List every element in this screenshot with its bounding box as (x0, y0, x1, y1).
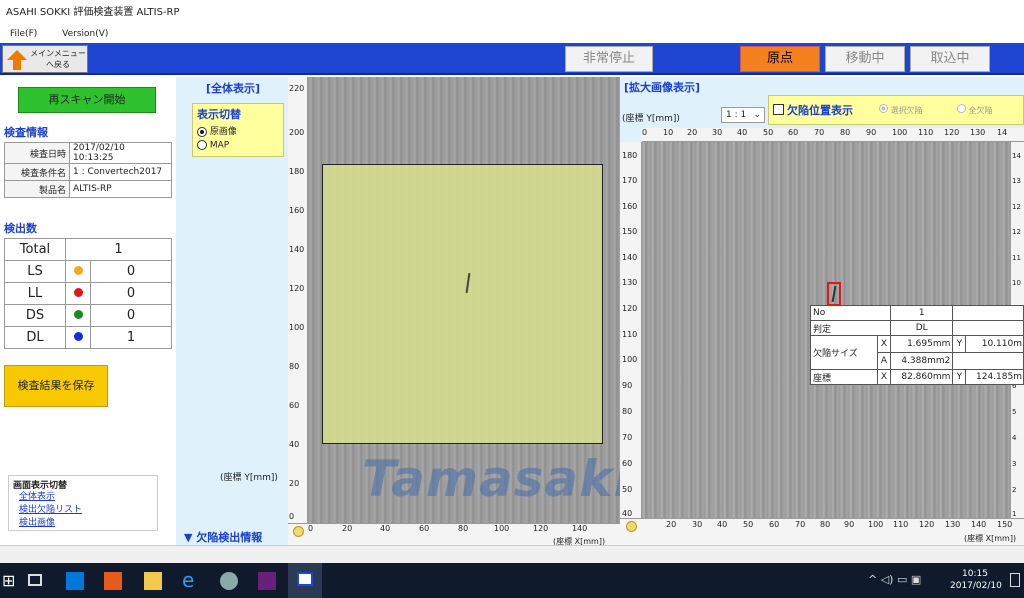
view-switch-title: 画面表示切替 (13, 481, 68, 491)
table-row: 欠陥サイズ X 1.695mm Y 10.110m (810, 335, 1024, 370)
option-original[interactable]: 原画像 (197, 124, 237, 137)
status-bar (0, 545, 1024, 563)
up-arrow-icon (7, 50, 27, 60)
count-table: Total 1 LS 0 LL 0 DS 0 DL 1 (4, 238, 172, 349)
scale-select[interactable]: 1 : 1 ⌄ (721, 107, 765, 123)
origin-button[interactable]: 原点 (740, 46, 820, 72)
zoom-top-ruler: 0 10 20 30 40 50 60 70 80 90 100 110 120… (642, 128, 1024, 142)
tray-icons[interactable]: ^ ◁) ▭ ▣ (868, 573, 921, 586)
table-row: 座標 X 82.860mm Y 124.185m (810, 369, 1024, 385)
defect-position-checkbox[interactable] (773, 104, 784, 115)
zoom-title: [拡大画像表示] (624, 81, 701, 94)
visual-studio-icon[interactable] (258, 572, 276, 590)
menu-file[interactable]: File(F) (10, 29, 37, 39)
edge-icon[interactable]: e (182, 570, 200, 590)
defect-info-toggle[interactable]: ▼ 欠陥検出情報 (184, 529, 262, 545)
view-switch-box: 画面表示切替 全体表示 検出欠陥リスト 検出画像 (8, 475, 158, 531)
store-icon[interactable] (66, 572, 84, 590)
origin-dot-icon (626, 521, 637, 532)
rescan-button[interactable]: 再スキャン開始 (18, 87, 156, 113)
table-row: No 1 (810, 305, 1024, 321)
toolbar: メインメニューへ戻る 非常停止 原点 移動中 取込中 (0, 43, 1024, 75)
middle-panel: [全体表示] 表示切替 原画像 MAP (座標 Y[mm]) ▼ 欠陥検出情報 (176, 77, 288, 545)
folder-icon[interactable] (144, 572, 162, 590)
inspection-info-table: 検査日時 2017/02/10 10:13:25 検査条件名 1 : Conve… (4, 142, 172, 198)
inspection-info-title: 検査情報 (4, 126, 48, 139)
taskbar: ⊞ e ^ ◁) ▭ ▣ 10:15 2017/02/10 (0, 563, 1024, 598)
table-row: DS 0 (4, 304, 172, 327)
save-results-button[interactable]: 検査結果を保存 (4, 365, 108, 407)
link-defect-list[interactable]: 検出欠陥リスト (19, 504, 82, 517)
chevron-down-icon: ⌄ (753, 110, 761, 120)
window-title: ASAHI SOKKI 評価検査装置 ALTIS-RP (0, 0, 1024, 26)
zoom-x-label: (座標 X[mm]) (964, 534, 1017, 543)
active-app-tab[interactable] (288, 563, 322, 598)
altis-app-icon (297, 572, 313, 586)
main-menu-label: メインメニューへ戻る (30, 49, 86, 69)
main-menu-button[interactable]: メインメニューへ戻る (2, 45, 88, 73)
overview-y-axis: 220 200 180 160 140 120 100 80 60 40 20 … (288, 77, 308, 523)
defect-position-box: 欠陥位置表示 選択欠陥 全欠陥 (768, 95, 1024, 125)
media-icon[interactable] (104, 572, 122, 590)
moving-status[interactable]: 移動中 (825, 46, 905, 72)
overview-x-axis: 0 20 40 60 80 100 120 140 (座標 X[mm]) (288, 523, 620, 546)
radio-selected-icon (879, 104, 888, 113)
table-row: DL 1 (4, 326, 172, 349)
ds-dot-icon (73, 310, 83, 319)
emergency-stop-button[interactable]: 非常停止 (565, 46, 653, 72)
task-view-icon[interactable] (28, 574, 42, 586)
defect-marker[interactable] (827, 282, 841, 306)
defect-mark (465, 272, 471, 294)
clock[interactable]: 10:15 2017/02/10 (950, 568, 1002, 592)
windows-start-icon[interactable]: ⊞ (2, 572, 20, 590)
left-panel: 再スキャン開始 検査情報 検査日時 2017/02/10 10:13:25 検査… (0, 77, 175, 545)
overview-y-label: (座標 Y[mm]) (220, 473, 278, 483)
option-selected-defect[interactable]: 選択欠陥 (879, 104, 923, 116)
table-row: LS 0 (4, 260, 172, 283)
capture-status[interactable]: 取込中 (910, 46, 990, 72)
ll-dot-icon (73, 288, 83, 297)
radio-icon (957, 104, 966, 113)
zoom-y-label: (座標 Y[mm]) (622, 114, 680, 124)
link-detected-image[interactable]: 検出画像 (19, 517, 82, 530)
origin-dot-icon (293, 526, 304, 537)
table-row: 製品名 ALTIS-RP (4, 180, 172, 198)
option-all-defects[interactable]: 全欠陥 (957, 104, 993, 116)
radio-icon (197, 140, 207, 150)
menu-bar: File(F) Version(V) (0, 26, 1024, 43)
overall-title: [全体表示] (206, 82, 261, 95)
table-row: 検査条件名 1 : Convertech2017 (4, 163, 172, 181)
dl-dot-icon (73, 332, 83, 341)
table-row: Total 1 (4, 238, 172, 261)
zoom-bottom-ruler: 20 30 40 50 60 70 80 90 100 110 120 130 … (620, 518, 1024, 545)
radio-selected-icon (197, 126, 207, 137)
table-row: 判定 DL (810, 320, 1024, 336)
zoom-left-ruler: 180 170 160 150 140 130 120 110 100 90 8… (620, 142, 642, 518)
option-map[interactable]: MAP (197, 140, 229, 151)
notification-icon[interactable] (1010, 573, 1020, 587)
defect-info-table: No 1 判定 DL 欠陥サイズ X 1.695mm Y 10.110m A 4… (810, 305, 1024, 385)
display-switch-box: 表示切替 原画像 MAP (192, 103, 284, 157)
table-row: 検査日時 2017/02/10 10:13:25 (4, 142, 172, 164)
scan-region[interactable] (322, 164, 603, 444)
app-icon[interactable] (220, 572, 238, 590)
count-title: 検出数 (4, 222, 37, 235)
watermark: Tamasaki (362, 450, 632, 508)
ls-dot-icon (73, 266, 83, 275)
link-overall[interactable]: 全体表示 (19, 491, 82, 504)
table-row: LL 0 (4, 282, 172, 305)
menu-version[interactable]: Version(V) (62, 29, 108, 39)
